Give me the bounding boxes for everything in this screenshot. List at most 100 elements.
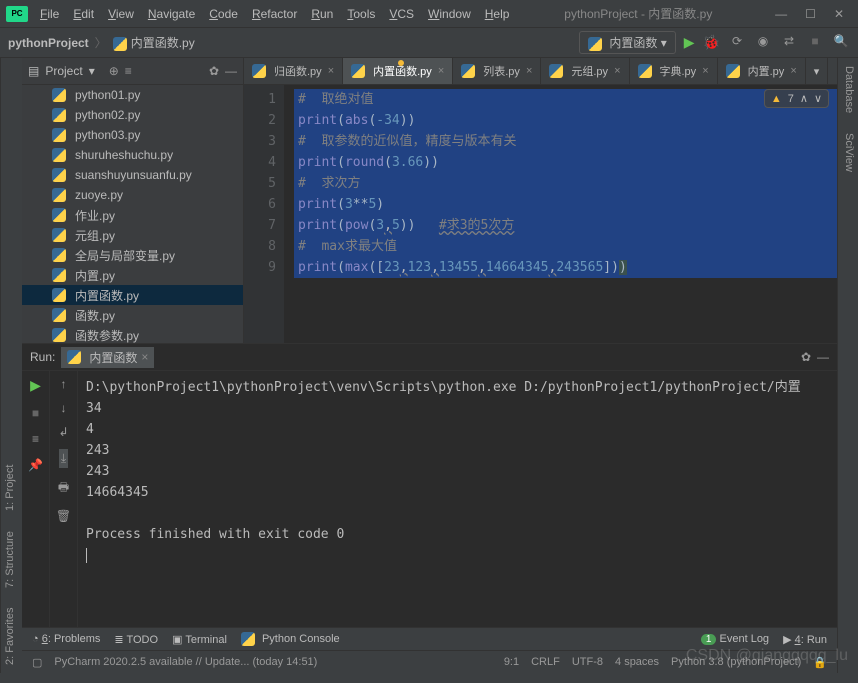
tree-item[interactable]: 作业.py [22, 205, 243, 225]
problems-button[interactable]: ◔ 6: Problems [32, 633, 100, 645]
tree-item[interactable]: 内置.py [22, 265, 243, 285]
todo-button[interactable]: ≣ TODO [114, 633, 158, 646]
menu-run[interactable]: Run [305, 4, 339, 24]
maximize-icon[interactable]: ☐ [805, 7, 816, 21]
pin-icon[interactable]: 📌 [28, 458, 43, 472]
run-tool-button[interactable]: ▶ 4: Run [783, 633, 827, 646]
rail-sciview[interactable]: SciView [841, 133, 855, 172]
editor-tab[interactable]: 字典.py× [630, 58, 718, 84]
menu-file[interactable]: File [34, 4, 65, 24]
close-icon[interactable]: ✕ [834, 7, 844, 21]
gear-icon[interactable]: ✿ [209, 64, 219, 78]
profile-icon[interactable]: ◉ [754, 34, 772, 52]
run-config-select[interactable]: 内置函数 ▾ [579, 31, 676, 54]
debug-button[interactable]: 🐞 [703, 34, 720, 51]
breadcrumb-file[interactable]: 内置函数.py [113, 34, 195, 51]
tree-item[interactable]: zuoye.py [22, 185, 243, 205]
tree-item[interactable]: 内置函数.py [22, 285, 243, 305]
tree-item[interactable]: shuruheshuchu.py [22, 145, 243, 165]
run-toolbar-secondary: ↑ ↓ ↲ ⤓ 🖶 🗑 [50, 371, 78, 627]
close-icon[interactable]: × [526, 65, 532, 77]
console-output[interactable]: D:\pythonProject1\pythonProject\venv\Scr… [78, 371, 837, 627]
terminal-button[interactable]: ▣ Terminal [172, 633, 227, 646]
tab-overflow[interactable]: ▾ [806, 58, 829, 84]
tree-item[interactable]: suanshuyunsuanfu.py [22, 165, 243, 185]
editor-tab[interactable]: 归函数.py× [244, 58, 343, 84]
tree-item[interactable]: python02.py [22, 105, 243, 125]
trash-icon[interactable]: 🗑 [56, 509, 71, 523]
run-tab[interactable]: 内置函数 × [61, 347, 154, 368]
stop-icon[interactable]: ■ [806, 34, 824, 52]
indent-info[interactable]: 4 spaces [615, 656, 659, 668]
interpreter-info[interactable]: Python 3.8 (pythonProject) [671, 656, 801, 668]
lock-icon[interactable]: 🔒 [813, 656, 827, 669]
stop-button[interactable]: ■ [32, 406, 39, 420]
rail-database[interactable]: Database [841, 66, 855, 113]
up-icon[interactable]: ↑ [61, 377, 67, 391]
tree-item[interactable]: 全局与局部变量.py [22, 245, 243, 265]
layout-icon[interactable]: ≡ [32, 432, 39, 446]
caret-position[interactable]: 9:1 [504, 656, 519, 668]
app-logo: PC [6, 6, 28, 22]
tree-item[interactable]: 函数.py [22, 305, 243, 325]
wrap-icon[interactable]: ↲ [58, 425, 68, 439]
locate-icon[interactable]: ⊕ [109, 64, 119, 78]
tree-item[interactable]: 元组.py [22, 225, 243, 245]
scroll-icon[interactable]: ⤓ [59, 449, 68, 468]
close-icon[interactable]: × [141, 350, 148, 364]
chevron-up-icon[interactable]: ∧ [800, 92, 808, 105]
dropdown-icon[interactable]: ▾ [89, 64, 95, 78]
menu-window[interactable]: Window [422, 4, 477, 24]
menu-vcs[interactable]: VCS [383, 4, 420, 24]
editor-tab[interactable]: 元组.py× [541, 58, 629, 84]
rail-favorites[interactable]: 2: Favorites [4, 608, 19, 665]
menu-view[interactable]: View [102, 4, 140, 24]
menu-code[interactable]: Code [203, 4, 244, 24]
print-icon[interactable]: 🖶 [58, 478, 69, 499]
notify-icon[interactable]: ▢ [32, 656, 42, 669]
coverage-icon[interactable]: ⟳ [728, 34, 746, 52]
editor-body[interactable]: 123456789 # 取绝对值print(abs(-34))# 取参数的近似值… [244, 85, 837, 343]
tree-item[interactable]: python03.py [22, 125, 243, 145]
project-tree[interactable]: python01.pypython02.pypython03.pyshuruhe… [22, 85, 243, 343]
rail-project[interactable]: 1: Project [4, 464, 19, 510]
search-icon[interactable]: 🔍 [832, 34, 850, 52]
hide-icon[interactable]: — [225, 64, 237, 78]
line-separator[interactable]: CRLF [531, 656, 560, 668]
close-icon[interactable]: × [328, 65, 334, 77]
python-console-button[interactable]: Python Console [241, 632, 340, 646]
close-icon[interactable]: × [614, 65, 620, 77]
project-panel-title[interactable]: Project [45, 64, 82, 78]
file-encoding[interactable]: UTF-8 [572, 656, 603, 668]
menu-navigate[interactable]: Navigate [142, 4, 201, 24]
collapse-icon[interactable]: ≡ [125, 64, 132, 78]
attach-icon[interactable]: ⇄ [780, 34, 798, 52]
tree-item[interactable]: python01.py [22, 85, 243, 105]
inspection-widget[interactable]: ▲ 7 ∧ ∨ [764, 89, 829, 108]
event-log-button[interactable]: 1 Event Log [701, 633, 769, 645]
code-area[interactable]: # 取绝对值print(abs(-34))# 取参数的近似值，精度与版本有关pr… [284, 85, 837, 343]
gear-icon[interactable]: ✿ [801, 350, 811, 364]
menu-help[interactable]: Help [479, 4, 516, 24]
breadcrumb-project[interactable]: pythonProject [8, 36, 89, 50]
menu-tools[interactable]: Tools [341, 4, 381, 24]
rerun-button[interactable]: ▶ [30, 377, 41, 394]
editor-tab[interactable]: 内置函数.py× [343, 58, 453, 84]
menu-refactor[interactable]: Refactor [246, 4, 303, 24]
menu-edit[interactable]: Edit [67, 4, 100, 24]
editor-tabs: 归函数.py×内置函数.py×列表.py×元组.py×字典.py×内置.py×▾ [244, 58, 837, 85]
close-icon[interactable]: × [702, 65, 708, 77]
rail-structure[interactable]: 7: Structure [4, 531, 19, 588]
tree-item[interactable]: 函数参数.py [22, 325, 243, 343]
close-icon[interactable]: × [790, 65, 796, 77]
editor-tab[interactable]: 列表.py× [453, 58, 541, 84]
editor-tab[interactable]: 内置.py× [718, 58, 806, 84]
file-label: 函数.py [75, 307, 115, 324]
chevron-down-icon[interactable]: ∨ [814, 92, 822, 105]
close-icon[interactable]: × [438, 65, 444, 77]
run-button[interactable]: ▶ [684, 34, 695, 51]
hide-icon[interactable]: — [817, 350, 829, 364]
status-message[interactable]: PyCharm 2020.2.5 available // Update... … [54, 656, 491, 668]
down-icon[interactable]: ↓ [61, 401, 67, 415]
minimize-icon[interactable]: — [775, 7, 787, 21]
